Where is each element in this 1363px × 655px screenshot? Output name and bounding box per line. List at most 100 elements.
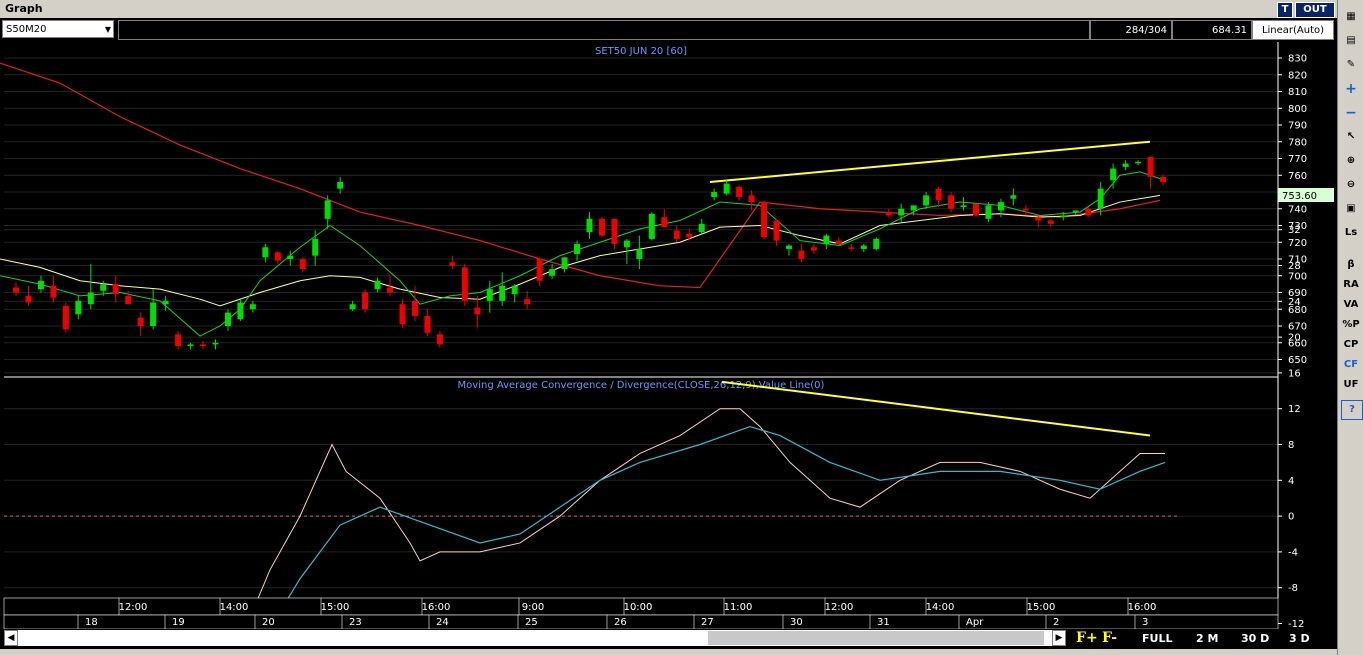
time-label: 16:00 (422, 602, 451, 613)
date-label: 23 (349, 617, 362, 628)
cursor-icon[interactable]: ↖ (1341, 128, 1361, 146)
minus-icon[interactable]: − (1341, 104, 1361, 122)
macd-tick-label: 24 (1288, 297, 1301, 308)
candle-body (474, 307, 481, 315)
time-axis: 12:00 14:00 15:00 16:00 9:00 10:00 11:00 12:00 1… (3, 597, 1279, 629)
candle-body (100, 284, 107, 291)
properties-icon[interactable]: ▤ (1341, 32, 1361, 50)
candle-body (25, 295, 32, 303)
price-tick-label: 650 (1288, 355, 1307, 366)
candle-body (1022, 208, 1029, 211)
time-label: 12:00 (119, 602, 148, 613)
candle-body (761, 202, 768, 238)
zoom-out-icon[interactable]: ⊖ (1341, 176, 1361, 194)
zoom-in-icon[interactable]: ⊕ (1341, 152, 1361, 170)
ls-icon[interactable]: Ls (1341, 224, 1361, 242)
symbol-value: S50M20 (6, 24, 47, 35)
date-label: 3 (1142, 617, 1148, 628)
out-button[interactable]: OUT (1295, 2, 1335, 18)
candle-body (50, 285, 57, 298)
right-toolbar: ▦ ▤ ✎ + − ↖ ⊕ ⊖ ▣ Ls β RA VA %P CP CF UF? (1337, 0, 1363, 655)
ruler-icon[interactable]: ▦ (1341, 8, 1361, 26)
toolbar-va-button[interactable]: VA (1341, 296, 1361, 314)
time-label: 15:00 (1027, 602, 1056, 613)
candle-body (686, 233, 693, 238)
price-tick-label: 790 (1288, 121, 1307, 132)
scale-button[interactable]: Linear(Auto) (1252, 20, 1334, 40)
candle-body (773, 220, 780, 241)
period-3d[interactable]: 3 D (1289, 632, 1310, 646)
toolbar-cf-button[interactable]: CF (1341, 356, 1361, 374)
f-plus-button[interactable]: F+ (1076, 630, 1098, 646)
candle-body (461, 267, 468, 301)
candle (873, 237, 880, 251)
count-display: 284/304 (1090, 20, 1172, 40)
candle-body (324, 200, 331, 219)
candle-body (598, 218, 605, 236)
candle-body (424, 315, 431, 333)
window-titlebar: Graph T OUT (0, 0, 1337, 19)
price-tick-label: 720 (1288, 238, 1307, 249)
scroll-left-icon[interactable]: ◀ (4, 630, 18, 646)
candle-body (436, 334, 443, 345)
candle-body (1085, 208, 1092, 216)
date-label: 31 (877, 617, 890, 628)
chart-area[interactable]: SET50 JUN 20 [60] Moving Average Converg… (0, 42, 1337, 629)
toolbar-beta-button[interactable]: β (1341, 256, 1361, 274)
toolbar-help-button[interactable]: ? (1341, 400, 1363, 420)
macd-tick-label: 0 (1288, 512, 1294, 523)
window-icon[interactable]: ▣ (1341, 200, 1361, 218)
candle-body (997, 202, 1004, 211)
toolbar-cp-button[interactable]: CP (1341, 336, 1361, 354)
candle-body (910, 205, 917, 211)
candle-body (1160, 176, 1166, 182)
period-30d[interactable]: 30 D (1241, 632, 1269, 646)
period-full[interactable]: FULL (1142, 632, 1172, 646)
candle-body (387, 287, 394, 293)
t-button[interactable]: T (1277, 2, 1293, 18)
candle-body (37, 280, 44, 290)
draw-icon[interactable]: ✎ (1341, 56, 1361, 74)
candle-body (536, 259, 543, 281)
price-tick-label: 820 (1288, 70, 1307, 81)
toolbar-uf-button[interactable]: UF (1341, 376, 1361, 394)
time-label: 14:00 (220, 602, 249, 613)
candle-body (1060, 215, 1067, 218)
last-price-marker: 753.60 (1278, 188, 1334, 202)
price-tick-label: 810 (1288, 87, 1307, 98)
candle-body (835, 240, 842, 244)
candle-body (574, 243, 581, 254)
candle-body (748, 195, 755, 203)
candle-body (586, 218, 593, 233)
date-label: 2 (1053, 617, 1059, 628)
macd-tick-label: 32 (1288, 225, 1301, 236)
scroll-right-icon[interactable]: ▶ (1052, 630, 1066, 646)
period-2m[interactable]: 2 M (1196, 632, 1218, 646)
toolbar-ra-button[interactable]: RA (1341, 276, 1361, 294)
date-label: Apr (966, 617, 984, 628)
candle-body (162, 300, 169, 305)
candle (972, 203, 979, 218)
plus-icon[interactable]: + (1341, 80, 1361, 98)
last-price-label: 753.60 (1282, 191, 1317, 202)
candle-body (374, 280, 381, 290)
chevron-down-icon: ▼ (104, 25, 111, 34)
price-tick-label: 780 (1288, 137, 1307, 148)
cursor-value-display: 684.31 (1172, 20, 1252, 40)
candle-body (187, 344, 194, 347)
candle-body (636, 248, 643, 259)
candle-body (736, 186, 743, 198)
macd-tick-label: 28 (1288, 261, 1301, 272)
symbol-select[interactable]: S50M20 ▼ (2, 20, 114, 38)
date-label: 27 (701, 617, 714, 628)
f-minus-button[interactable]: F- (1102, 630, 1117, 646)
price-tick-label: 830 (1288, 54, 1307, 65)
toolbar-pct-p-button[interactable]: %P (1341, 316, 1361, 334)
candle-body (175, 334, 182, 347)
candle-body (262, 247, 269, 258)
candle-body (648, 213, 655, 239)
candle-body (150, 302, 157, 326)
scroll-thumb[interactable] (708, 631, 1044, 645)
candle-body (411, 300, 418, 316)
candle-body (337, 181, 344, 189)
